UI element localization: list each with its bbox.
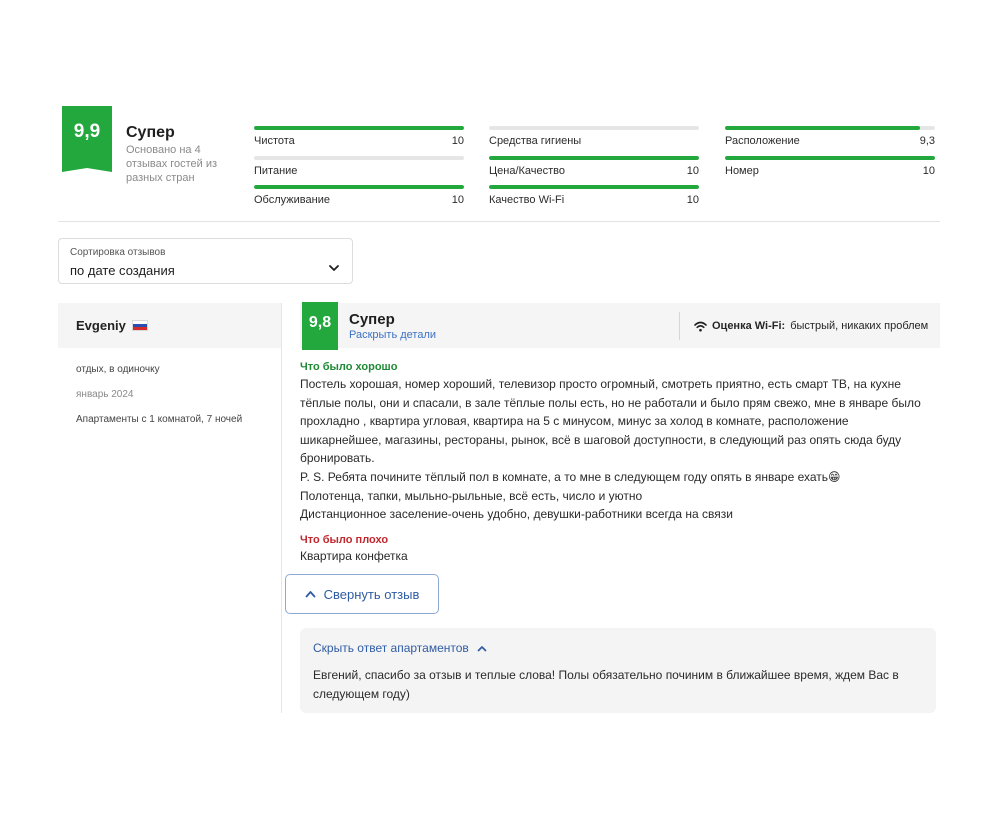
positive-text-line: Дистанционное заселение-очень удобно, де… [300,507,733,522]
wifi-rating: Оценка Wi-Fi: быстрый, никаких проблем [694,320,928,332]
hide-reply-label: Скрыть ответ апартаментов [313,641,469,655]
wifi-label: Оценка Wi-Fi: [712,320,786,332]
category-name: Питание [254,165,298,177]
category-bar [489,126,699,130]
room-type: Апартаменты с 1 комнатой, 7 ночей [76,414,243,425]
category-name: Чистота [254,135,295,147]
collapse-review-button[interactable]: Свернуть отзыв [285,574,439,614]
stay-date: январь 2024 [76,389,134,400]
category-service: Обслуживание 10 [254,185,464,211]
category-name: Цена/Качество [489,165,566,177]
collapse-review-label: Свернуть отзыв [323,586,420,602]
category-value: 10 [451,194,464,206]
category-value: 10 [686,194,699,206]
positive-text-line: Полотенца, тапки, мыльно-рыльные, всё ес… [300,488,643,503]
reviewer-name: Evgeniy [76,318,126,333]
chevron-down-icon [329,265,339,271]
header-separator [679,312,680,340]
category-food: Питание [254,156,464,182]
positive-text: Постель хорошая, номер хороший, телевизо… [300,375,940,524]
category-name: Расположение [725,135,800,147]
expand-details-link[interactable]: Раскрыть детали [349,329,436,341]
positive-text-line: P. S. Ребята почините тёплый пол в комна… [300,469,841,484]
positive-text-line: бронировать. [300,451,375,466]
positive-text-line: прохладно , квартира угловая, квартира н… [300,414,849,429]
property-reply: Скрыть ответ апартаментов Евгений, спаси… [300,628,936,713]
category-bar [489,185,699,189]
negative-text: Квартира конфетка [300,549,408,563]
review-divider [281,303,282,713]
category-bar [489,156,699,160]
positive-text-line: шикарнейшее, магазины, рестораны, рынок,… [300,432,902,447]
category-bar [725,156,935,160]
wifi-icon [694,321,707,331]
category-value: 10 [686,165,699,177]
category-value: 10 [922,165,935,177]
category-bar [254,126,464,130]
category-name: Средства гигиены [489,135,582,147]
wifi-value: быстрый, никаких проблем [790,320,929,332]
category-name: Обслуживание [254,194,330,206]
category-value: 10 [451,135,464,147]
negative-heading: Что было плохо [300,534,389,546]
review-score-word: Супер [349,311,395,328]
review-score-badge: 9,8 [302,302,338,350]
category-bar [254,156,464,160]
category-name: Номер [725,165,759,177]
overall-score-badge: 9,9 [62,106,112,172]
chevron-up-icon [305,591,316,598]
category-bar [725,126,935,130]
sort-value: по дате создания [70,263,175,278]
trip-type: отдых, в одиночку [76,364,160,375]
category-wifi: Качество Wi-Fi 10 [489,185,699,211]
sort-dropdown[interactable]: Сортировка отзывов по дате создания [58,238,353,284]
overall-score-word: Супер [126,124,175,141]
positive-heading: Что было хорошо [300,361,398,373]
sort-label: Сортировка отзывов [70,247,166,258]
chevron-up-icon [477,645,487,651]
category-location: Расположение 9,3 [725,126,935,152]
category-room: Номер 10 [725,156,935,182]
russia-flag-icon [132,320,148,331]
reply-text: Евгений, спасибо за отзыв и теплые слова… [313,668,899,701]
rating-summary: 9,9 Супер Основано на 4 отзывах гостей и… [58,106,940,222]
category-value-for-money: Цена/Качество 10 [489,156,699,182]
category-toiletries: Средства гигиены [489,126,699,152]
overall-score-subtitle: Основано на 4 отзывах гостей из разных с… [126,144,218,184]
category-bar [254,185,464,189]
positive-text-line: Постель хорошая, номер хороший, телевизо… [300,377,901,391]
category-cleanliness: Чистота 10 [254,126,464,152]
category-name: Качество Wi-Fi [489,194,565,206]
positive-text-line: тёплые полы, они и спасали, в зале тёплы… [300,395,921,410]
category-value: 9,3 [919,135,935,147]
hide-reply-toggle[interactable]: Скрыть ответ апартаментов [313,641,487,655]
